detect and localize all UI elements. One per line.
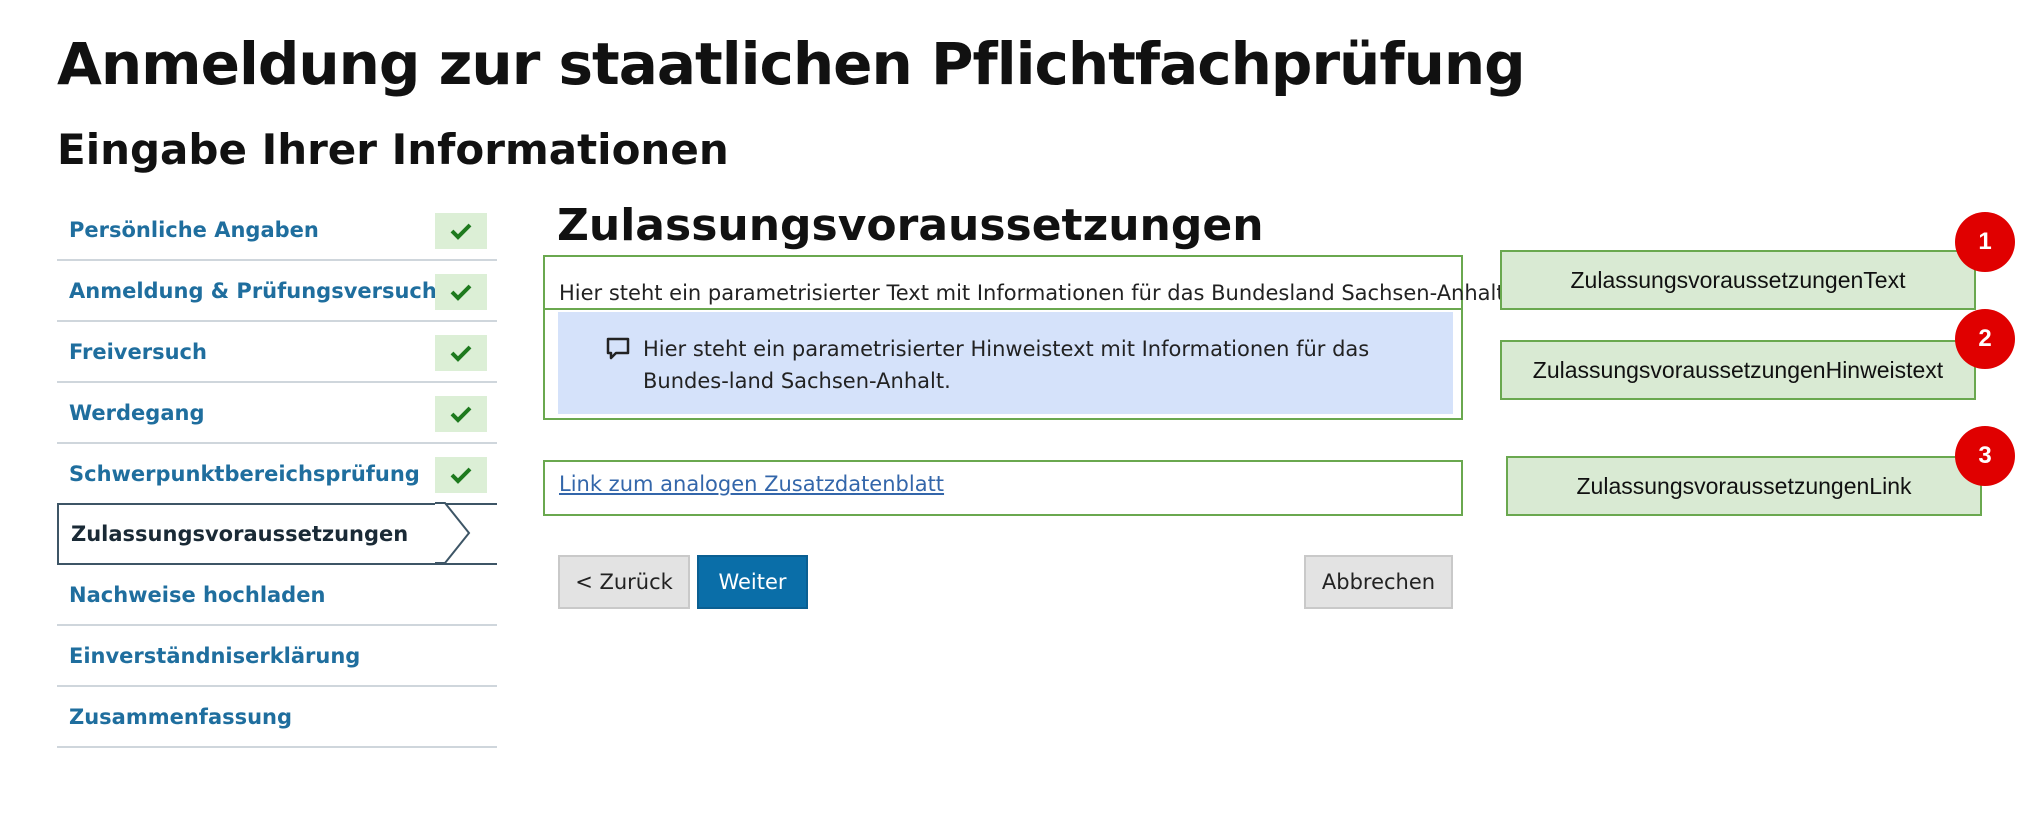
cancel-button[interactable]: Abbrechen xyxy=(1304,555,1453,609)
hint-text: Hier steht ein parametrisierter Hinweist… xyxy=(643,337,1370,393)
annotation-label-2: ZulassungsvoraussetzungenHinweistext xyxy=(1500,340,1976,400)
sidebar-item-label: Nachweise hochladen xyxy=(69,582,326,607)
annotation-badge-3: 3 xyxy=(1955,426,2015,486)
sidebar-item-label: Zusammenfassung xyxy=(69,704,293,729)
page-title: Anmeldung zur staatlichen Pflichtfachprü… xyxy=(57,30,1526,98)
sidebar-item-label: Schwerpunktbereichsprüfung xyxy=(69,461,420,486)
checkmark-icon xyxy=(435,213,487,249)
sidebar-item-label: Zulassungsvoraussetzungen xyxy=(71,522,409,546)
back-button[interactable]: < Zurück xyxy=(558,555,690,609)
sidebar-item-freiversuch[interactable]: Freiversuch xyxy=(57,322,497,383)
section-title: Zulassungsvoraussetzungen xyxy=(557,200,1264,251)
annotation-badge-2: 2 xyxy=(1955,309,2015,369)
sidebar-item-label: Werdegang xyxy=(69,400,205,425)
page-subtitle: Eingabe Ihrer Informationen xyxy=(57,125,729,174)
checkmark-icon xyxy=(435,274,487,310)
sidebar-item-nachweise-hochladen[interactable]: Nachweise hochladen xyxy=(57,565,497,626)
active-step-arrow xyxy=(435,502,471,564)
annotation-label-3: ZulassungsvoraussetzungenLink xyxy=(1506,456,1982,516)
sidebar-item-zulassungsvoraussetzungen[interactable]: Zulassungsvoraussetzungen xyxy=(57,503,497,565)
sidebar-item-persoenliche-angaben[interactable]: Persönliche Angaben xyxy=(57,200,497,261)
sidebar-item-schwerpunktbereichspruefung[interactable]: Schwerpunktbereichsprüfung xyxy=(57,444,497,505)
sidebar-item-anmeldung[interactable]: Anmeldung & Prüfungsversuche xyxy=(57,261,497,322)
info-text: Hier steht ein parametrisierter Text mit… xyxy=(559,281,1512,305)
sidebar-item-label: Anmeldung & Prüfungsversuche xyxy=(69,278,452,303)
sidebar-item-label: Freiversuch xyxy=(69,339,207,364)
next-button[interactable]: Weiter xyxy=(697,555,808,609)
checkmark-icon xyxy=(435,396,487,432)
sidebar-item-label: Persönliche Angaben xyxy=(69,217,319,242)
checkmark-icon xyxy=(435,335,487,371)
datasheet-link[interactable]: Link zum analogen Zusatzdatenblatt xyxy=(559,472,944,496)
sidebar-item-zusammenfassung[interactable]: Zusammenfassung xyxy=(57,687,497,748)
annotation-label-1: ZulassungsvoraussetzungenText xyxy=(1500,250,1976,310)
sidebar-item-label: Einverständniserklärung xyxy=(69,643,361,668)
sidebar-item-werdegang[interactable]: Werdegang xyxy=(57,383,497,444)
step-navigation: Persönliche Angaben Anmeldung & Prüfungs… xyxy=(57,200,497,748)
checkmark-icon xyxy=(435,457,487,493)
annotation-badge-1: 1 xyxy=(1955,212,2015,272)
comment-icon xyxy=(606,337,630,360)
sidebar-item-einverstaendniserklaerung[interactable]: Einverständniserklärung xyxy=(57,626,497,687)
